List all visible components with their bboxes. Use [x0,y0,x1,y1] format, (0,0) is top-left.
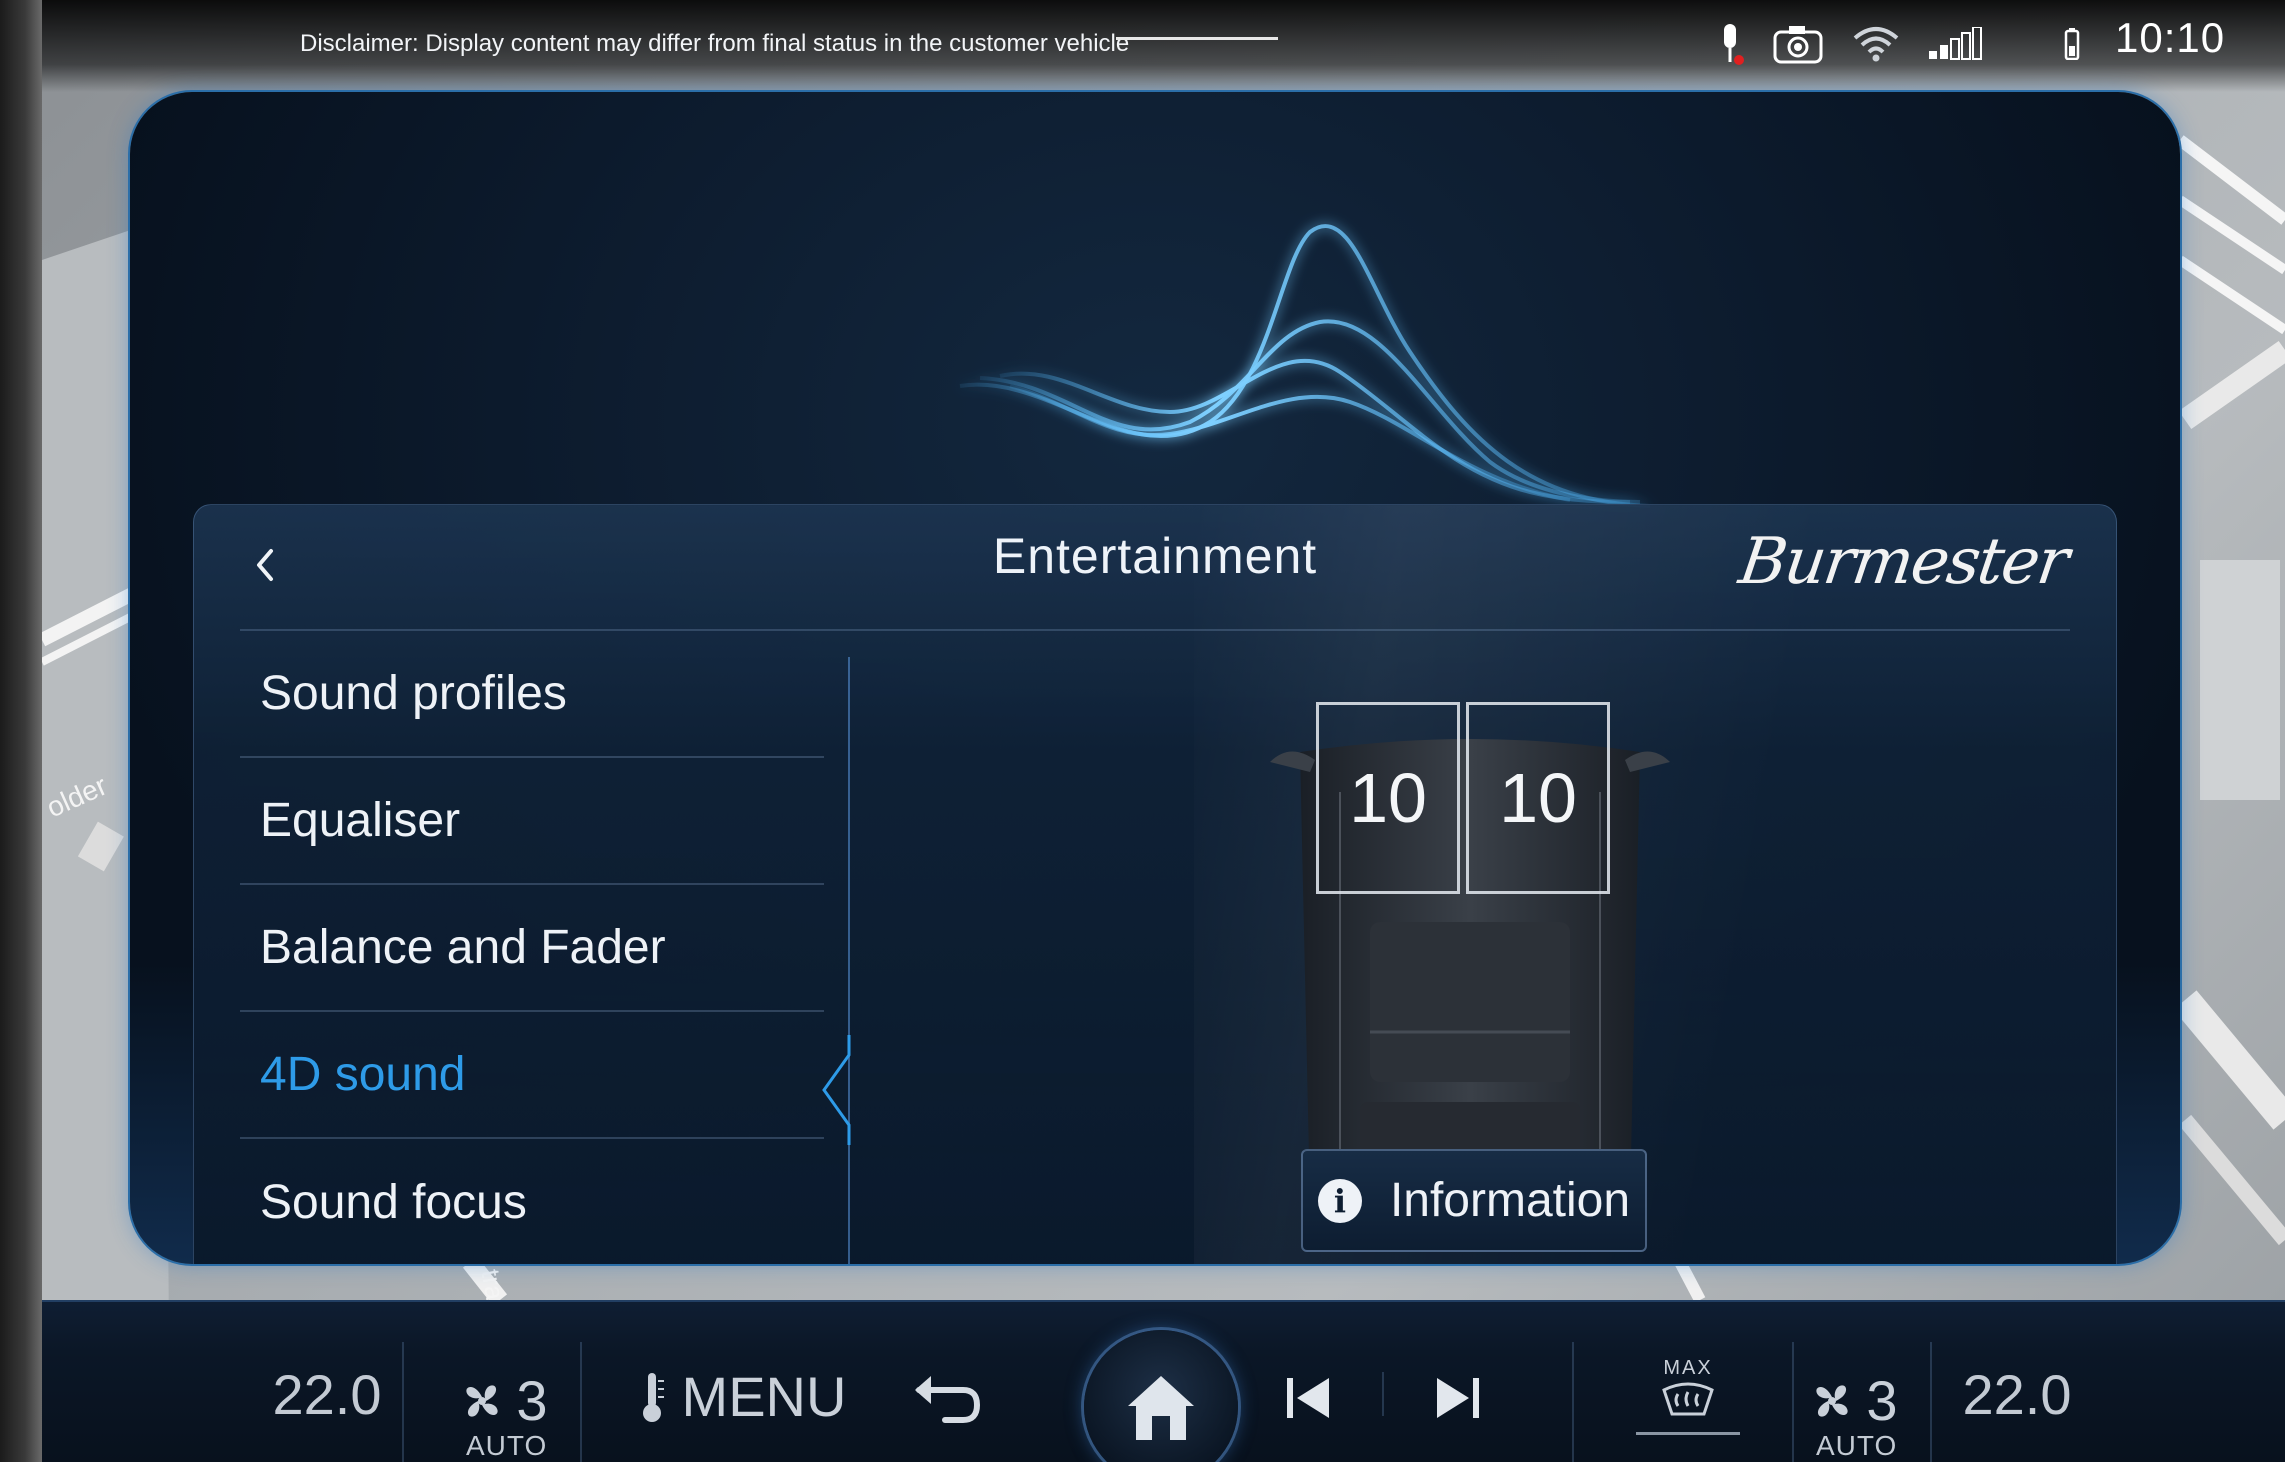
active-item-indicator [822,1035,851,1145]
status-bar: Disclaimer: Display content may differ f… [42,0,2285,92]
temp-right[interactable]: 22.0 [1952,1362,2082,1427]
sound-menu: Sound profiles Equaliser Balance and Fad… [240,631,824,1264]
next-track-button[interactable] [1418,1366,1498,1430]
fan-right-level: 3 [1866,1369,1898,1432]
menu-item-sound-focus[interactable]: Sound focus [240,1139,824,1264]
menu-item-equaliser[interactable]: Equaliser [240,758,824,885]
fan-right-mode: AUTO [1816,1430,1898,1461]
microphone-icon [1710,20,1750,68]
max-defrost-label: MAX [1663,1357,1713,1379]
defrost-underline [1636,1432,1740,1435]
wifi-icon [1848,20,1904,68]
back-nav-button[interactable] [890,1358,1000,1438]
thermometer-icon [642,1372,664,1422]
fan-icon [1816,1384,1849,1417]
fan-left-level: 3 [516,1369,548,1432]
sound-panel: Entertainment Burmester Sound profiles E… [130,92,2180,1264]
disclaimer-underline [1116,37,1278,40]
previous-track-button[interactable] [1268,1366,1348,1430]
max-defrost-button[interactable]: MAX [1628,1346,1748,1446]
home-button[interactable] [1084,1330,1238,1462]
skip-previous-icon [1287,1378,1329,1418]
menu-divider [848,657,850,1264]
info-icon: i [1317,1178,1362,1223]
menu-item-balance-fader[interactable]: Balance and Fader [240,885,824,1012]
signal-icon [1924,20,1990,68]
sound-wave-graphic [959,224,1651,508]
fan-left-button[interactable]: 3 [448,1368,558,1433]
seat-left-value[interactable]: 10 [1316,702,1460,894]
climate-bar: 22.0 3 AUTO MENU MAX 3 AUTO 22.0 [42,1300,2285,1462]
menu-item-4d-sound[interactable]: 4D sound [240,1012,824,1139]
climate-menu-label: MENU [681,1365,847,1428]
status-clock: 10:10 [2115,14,2226,61]
fan-icon [466,1384,499,1417]
defrost-icon [1662,1382,1714,1416]
burmester-logo: Burmester [1734,525,2072,599]
map-street-label-bottom: tra [475,1267,511,1303]
entertainment-card: Entertainment Burmester Sound profiles E… [193,504,2117,1264]
menu-item-sound-profiles[interactable]: Sound profiles [240,631,824,758]
left-edge [0,0,42,1462]
fan-right-button[interactable]: 3 [1798,1368,1908,1433]
camera-icon [1770,20,1826,68]
seat-right-value[interactable]: 10 [1466,702,1610,894]
skip-next-icon [1437,1378,1479,1418]
battery-icon [2058,20,2086,68]
disclaimer-text: Disclaimer: Display content may differ f… [300,30,1130,57]
fan-left-mode: AUTO [466,1430,548,1461]
information-button-label: Information [1389,1174,1631,1227]
climate-menu-button[interactable]: MENU [622,1364,862,1429]
home-icon [1128,1376,1194,1440]
information-button[interactable]: i Information [1301,1149,1647,1252]
return-arrow-icon [915,1376,981,1423]
temp-left[interactable]: 22.0 [262,1362,392,1427]
